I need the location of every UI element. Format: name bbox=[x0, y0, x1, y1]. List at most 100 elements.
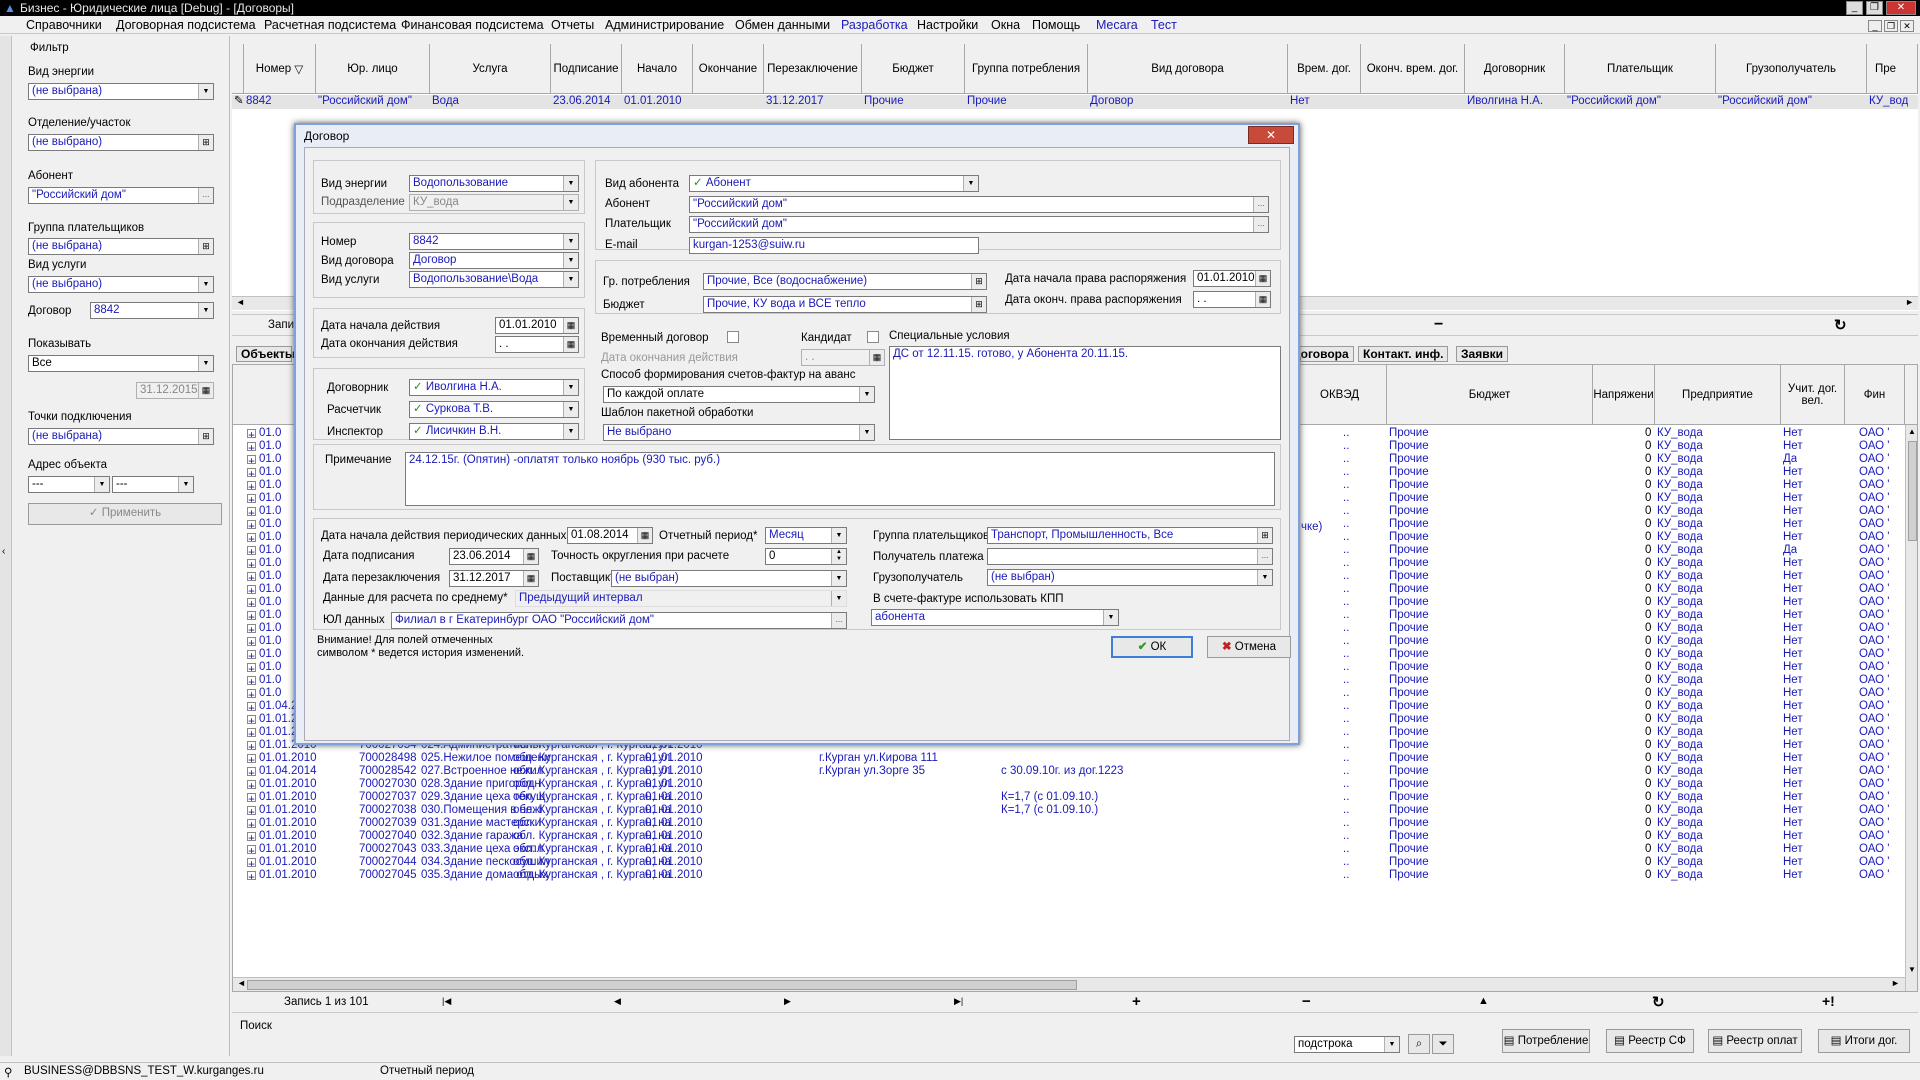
chevron-down-icon[interactable]: ▼ bbox=[859, 425, 874, 440]
expand-row-icon[interactable]: + bbox=[247, 663, 256, 672]
expand-row-icon[interactable]: + bbox=[247, 728, 256, 737]
expand-row-icon[interactable]: + bbox=[247, 741, 256, 750]
expand-row-icon[interactable]: + bbox=[247, 689, 256, 698]
insp-select[interactable]: ✓ Лисичкин В.Н. ▼ bbox=[409, 423, 579, 440]
expand-row-icon[interactable]: + bbox=[247, 806, 256, 815]
prev-record-icon[interactable]: ◀ bbox=[614, 996, 621, 1007]
filter-energy-select[interactable]: (не выбрана) ▼ bbox=[28, 83, 214, 100]
tree-picker-icon[interactable]: ⊞ bbox=[198, 239, 213, 254]
scroll-down-icon[interactable]: ▼ bbox=[1908, 965, 1916, 974]
note-textarea[interactable]: 24.12.15г. (Опятин) -оплатят только нояб… bbox=[405, 452, 1275, 506]
table-row[interactable]: +01.01.2010 700027043 033.Здание цеха эксп… bbox=[233, 843, 1905, 856]
table-row[interactable]: +01.01.2010 700027039 031.Здание мастерски… bbox=[233, 817, 1905, 830]
grid-header-ctype[interactable]: Вид договора bbox=[1088, 44, 1288, 93]
last-record-icon[interactable]: ▶| bbox=[954, 996, 963, 1007]
table-row[interactable]: +01.01.2010 700027038 030.Помещения в нежі… bbox=[233, 804, 1905, 817]
search-binoculars-icon[interactable]: ⌕ bbox=[1408, 1034, 1430, 1054]
delete-contract-icon[interactable]: − bbox=[1434, 316, 1443, 334]
grid-header-service[interactable]: Услуга bbox=[430, 44, 551, 93]
tree-picker-icon[interactable]: ⊞ bbox=[198, 135, 213, 150]
apply-button[interactable]: ✓ Применить bbox=[28, 503, 222, 525]
menu-item-admin[interactable]: Администрирование bbox=[605, 18, 724, 32]
chevron-down-icon[interactable]: ▼ bbox=[831, 571, 846, 586]
expand-row-icon[interactable]: + bbox=[247, 702, 256, 711]
grid-header-end[interactable]: Окончание bbox=[693, 44, 764, 93]
consumption-button[interactable]: ▤ Потребление bbox=[1502, 1029, 1590, 1053]
rend-field[interactable]: . . ▦ bbox=[1193, 291, 1271, 308]
tree-picker-icon[interactable]: ⊞ bbox=[198, 429, 213, 444]
ctype-select[interactable]: Договор ▼ bbox=[409, 252, 579, 269]
scroll-right-icon[interactable]: ► bbox=[1905, 297, 1914, 307]
grid-header-pre[interactable]: Пре bbox=[1867, 44, 1918, 93]
ellipsis-icon[interactable]: … bbox=[198, 188, 213, 203]
chevron-down-icon[interactable]: ▼ bbox=[1257, 570, 1272, 585]
sign-field[interactable]: 23.06.2014 ▦ bbox=[449, 548, 539, 565]
ellipsis-icon[interactable]: … bbox=[1253, 217, 1268, 232]
avg-select[interactable]: Предыдущий интервал ▼ bbox=[515, 590, 847, 607]
ok-button[interactable]: ✔ ОК bbox=[1111, 636, 1193, 658]
next-record-icon[interactable]: ▶ bbox=[784, 996, 791, 1007]
filter-funnel-icon[interactable]: ⏷ bbox=[1432, 1034, 1454, 1054]
grid-header-budget2[interactable]: Бюджет bbox=[1387, 365, 1593, 424]
chevron-down-icon[interactable]: ▼ bbox=[859, 387, 874, 402]
calc-select[interactable]: ✓ Суркова Т.В. ▼ bbox=[409, 401, 579, 418]
method-select[interactable]: По каждой оплате ▼ bbox=[603, 386, 875, 403]
grid-header-signed[interactable]: Подписание bbox=[551, 44, 622, 93]
budget-field[interactable]: Прочие, КУ вода и ВСЕ тепло ⊞ bbox=[703, 296, 987, 313]
expand-row-icon[interactable]: + bbox=[247, 559, 256, 568]
chevron-down-icon[interactable]: ▼ bbox=[563, 424, 578, 439]
menu-item-help[interactable]: Помощь bbox=[1032, 18, 1080, 32]
chevron-down-icon[interactable]: ▼ bbox=[563, 176, 578, 191]
grid-header-acc[interactable]: Учит. дог. вел. bbox=[1781, 365, 1845, 424]
ellipsis-icon[interactable]: … bbox=[831, 613, 846, 628]
grcons-field[interactable]: Прочие, Все (водоснабжение) ⊞ bbox=[703, 273, 987, 290]
expand-row-icon[interactable]: + bbox=[247, 546, 256, 555]
chevron-down-icon[interactable]: ▼ bbox=[963, 176, 978, 191]
grid-header-cons-group[interactable]: Группа потребления bbox=[965, 44, 1088, 93]
number-select[interactable]: 8842 ▼ bbox=[409, 233, 579, 250]
menu-item-test[interactable]: Тест bbox=[1151, 18, 1177, 32]
expand-row-icon[interactable]: + bbox=[247, 533, 256, 542]
delete-record-icon[interactable]: − bbox=[1302, 993, 1311, 1010]
calendar-icon[interactable]: ▦ bbox=[523, 571, 538, 586]
scroll-thumb[interactable] bbox=[247, 980, 1077, 990]
tab-objects[interactable]: Объекты bbox=[236, 346, 295, 362]
chevron-down-icon[interactable]: ▼ bbox=[563, 272, 578, 287]
tree-picker-icon[interactable]: ⊞ bbox=[971, 297, 986, 312]
calendar-icon[interactable]: ▦ bbox=[523, 549, 538, 564]
chevron-down-icon[interactable]: ▼ bbox=[563, 402, 578, 417]
first-record-icon[interactable]: |◀ bbox=[442, 996, 451, 1007]
calendar-icon[interactable]: ▦ bbox=[1255, 271, 1270, 286]
filter-points-field[interactable]: (не выбрана) ⊞ bbox=[28, 428, 214, 445]
menu-item-finance[interactable]: Финансовая подсистема bbox=[401, 18, 544, 32]
expand-row-icon[interactable]: + bbox=[247, 507, 256, 516]
filter-date-field[interactable]: 31.12.2015 ▦ bbox=[136, 382, 214, 399]
chevron-down-icon[interactable]: ▼ bbox=[1103, 610, 1118, 625]
menu-item-contracts[interactable]: Договорная подсистема bbox=[116, 18, 256, 32]
expand-row-icon[interactable]: + bbox=[247, 598, 256, 607]
table-row[interactable]: ✎ 8842 "Российский дом" Вода 23.06.2014 … bbox=[232, 95, 1918, 109]
filter-address-select-b[interactable]: --- ▼ bbox=[112, 476, 194, 493]
abtype-select[interactable]: ✓ Абонент ▼ bbox=[689, 175, 979, 192]
service-select[interactable]: Водопользование\Вода ▼ bbox=[409, 271, 579, 288]
mdi-restore-icon[interactable]: ❐ bbox=[1884, 20, 1898, 32]
restore-icon[interactable]: ❐ bbox=[1866, 1, 1883, 15]
chevron-down-icon[interactable]: ▼ bbox=[198, 84, 213, 99]
close-icon[interactable]: ✕ bbox=[1886, 1, 1916, 15]
period-start-field[interactable]: 01.08.2014 ▦ bbox=[567, 527, 653, 544]
tab-requests[interactable]: Заявки bbox=[1456, 346, 1508, 362]
invoice-registry-button[interactable]: ▤ Реестр СФ bbox=[1606, 1029, 1694, 1053]
chevron-down-icon[interactable]: ▼ bbox=[178, 477, 193, 492]
contract-totals-button[interactable]: ▤ Итоги дог. bbox=[1818, 1029, 1910, 1053]
filter-service-select[interactable]: (не выбрано) ▼ bbox=[28, 276, 214, 293]
expand-row-icon[interactable]: + bbox=[247, 676, 256, 685]
grid-header-fin[interactable]: Фин bbox=[1845, 365, 1905, 424]
grid-header-dog[interactable]: Договорник bbox=[1465, 44, 1565, 93]
tree-picker-icon[interactable]: ⊞ bbox=[1257, 528, 1272, 543]
filter-payer-group-field[interactable]: (не выбрана) ⊞ bbox=[28, 238, 214, 255]
cargo-select[interactable]: (не выбран) ▼ bbox=[987, 569, 1273, 586]
recv-field[interactable]: … bbox=[987, 548, 1273, 565]
expand-row-icon[interactable]: + bbox=[247, 819, 256, 828]
grid-header-okved[interactable]: ОКВЭД bbox=[1293, 365, 1387, 424]
filter-contract-select[interactable]: 8842 ▼ bbox=[90, 302, 214, 319]
